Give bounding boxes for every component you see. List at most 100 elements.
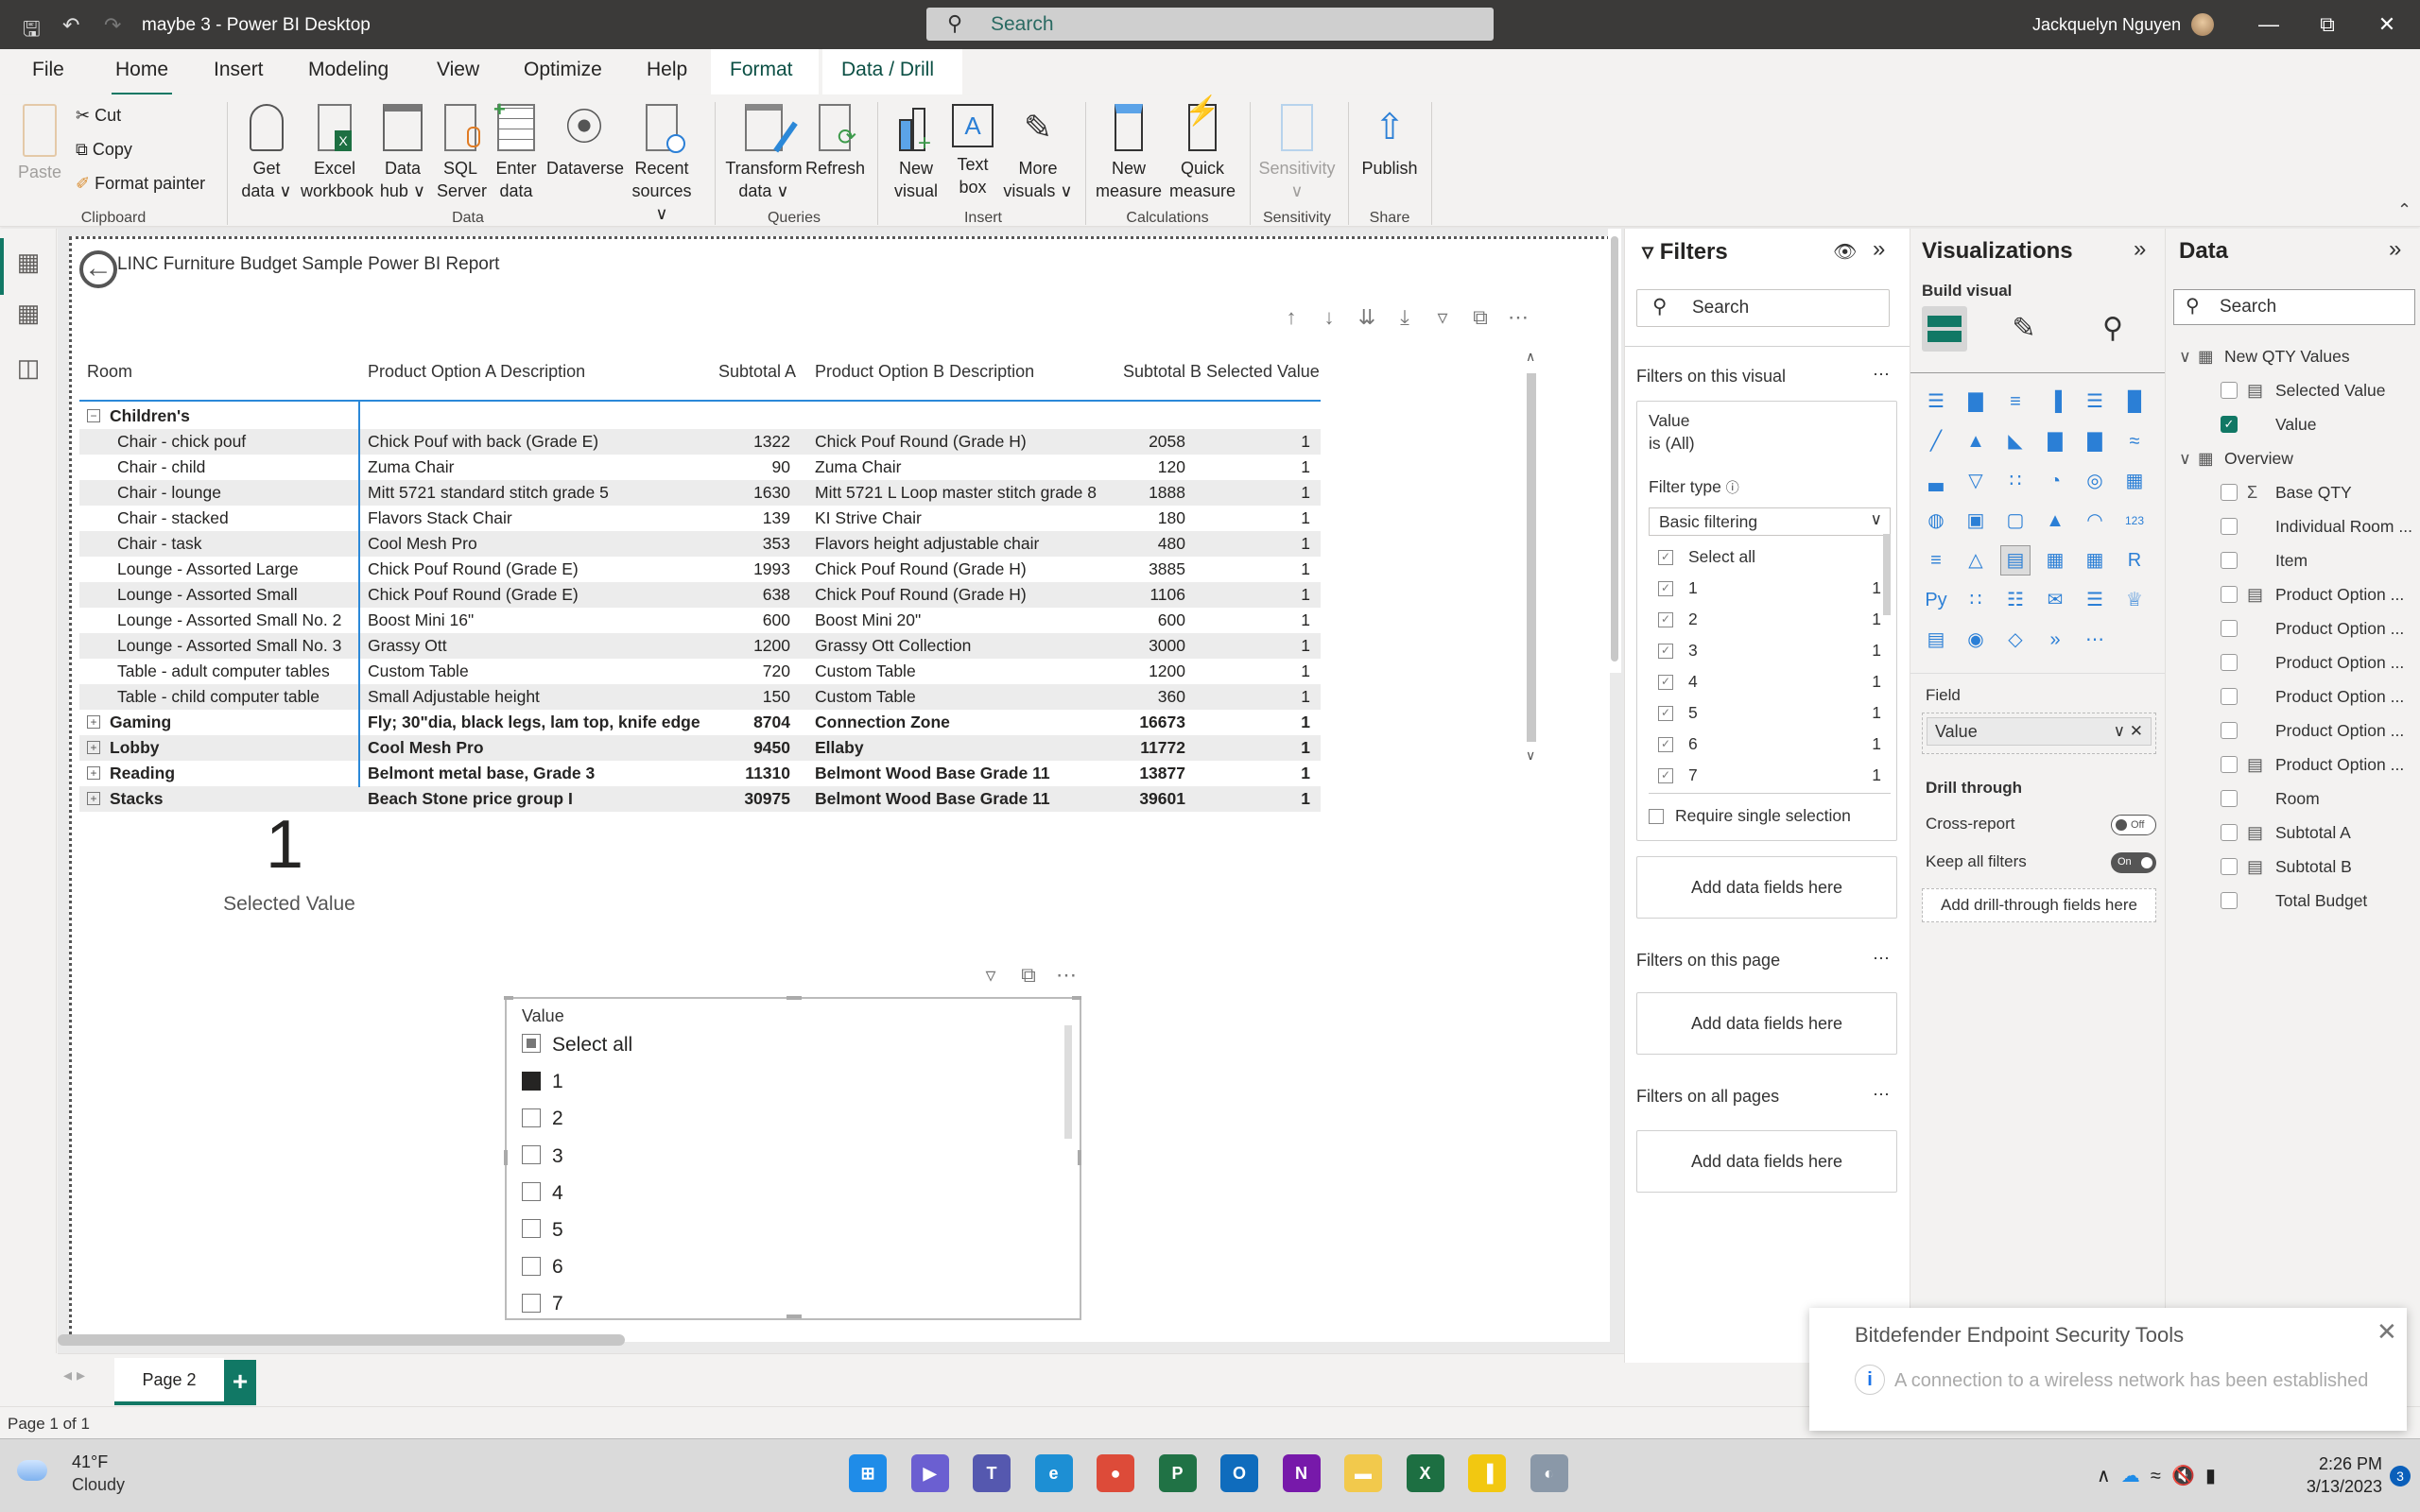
tab-file[interactable]: File: [28, 59, 68, 81]
map-icon[interactable]: ◍: [1922, 507, 1950, 535]
checkbox[interactable]: [2221, 688, 2238, 705]
field-pill-value[interactable]: Value ∨ ✕: [1927, 717, 2152, 746]
resize-handle[interactable]: [786, 996, 802, 1000]
global-search-input[interactable]: ⚲ Search: [926, 8, 1494, 41]
collapse-ribbon-icon[interactable]: ⌃: [2397, 200, 2411, 220]
checkbox[interactable]: [2221, 552, 2238, 569]
matrix-group-row[interactable]: + Reading Belmont metal base, Grade 3 11310…: [79, 761, 1321, 786]
python-visual-icon[interactable]: Py: [1922, 586, 1950, 614]
sql-server-button[interactable]: SQL Server: [437, 104, 487, 202]
paste-button[interactable]: Paste: [13, 104, 66, 183]
checkbox[interactable]: [522, 1108, 541, 1127]
chevron-down-icon[interactable]: ∨: [2179, 344, 2191, 369]
collapse-visualizations-icon[interactable]: »: [2134, 236, 2146, 263]
data-field[interactable]: Product Option ...: [2166, 616, 2420, 641]
more-options-icon[interactable]: ⋯: [1873, 365, 1890, 385]
data-field[interactable]: Product Option ...: [2166, 718, 2420, 743]
slicer-scrollbar[interactable]: [1064, 1025, 1072, 1139]
field-well[interactable]: Value ∨ ✕: [1922, 713, 2156, 754]
page-filter-dropzone[interactable]: Add data fields here: [1636, 992, 1897, 1055]
project-icon[interactable]: P: [1158, 1454, 1197, 1492]
resize-handle[interactable]: [786, 1314, 802, 1318]
focus-mode-icon[interactable]: ⧉: [1461, 305, 1499, 330]
data-field[interactable]: ▤ Subtotal B: [2166, 854, 2420, 879]
100-bar-icon[interactable]: ☰: [2081, 387, 2109, 416]
excel-icon[interactable]: X: [1406, 1454, 1444, 1492]
muted-speaker-icon[interactable]: 🔇: [2171, 1466, 2195, 1486]
tab-data-drill[interactable]: Data / Drill: [822, 49, 962, 94]
keep-all-filters-toggle[interactable]: On: [2111, 852, 2156, 873]
matrix-row[interactable]: Chair - chick pouf Chick Pouf with back (…: [79, 429, 1321, 455]
matrix-row[interactable]: Table - child computer table Small Adjust…: [79, 684, 1321, 710]
slicer-item[interactable]: Select all: [522, 1031, 632, 1059]
collapse-data-icon[interactable]: »: [2389, 236, 2401, 263]
matrix-row[interactable]: Lounge - Assorted Small No. 3 Grassy Ott 1…: [79, 633, 1321, 659]
metrics-icon[interactable]: ♕: [2120, 586, 2149, 614]
cloud-icon[interactable]: [17, 1460, 47, 1481]
model-view-icon[interactable]: ◫: [13, 353, 43, 384]
restore-button[interactable]: ⧉: [2308, 8, 2346, 42]
area-icon[interactable]: ▲: [1962, 427, 1990, 455]
filter-card-value[interactable]: Value is (All) Filter type ⓘ Basic filte…: [1636, 401, 1897, 841]
drill-down-icon[interactable]: ↓: [1310, 305, 1348, 330]
info-icon[interactable]: ⓘ: [1726, 480, 1739, 495]
cross-report-toggle[interactable]: Off: [2111, 815, 2156, 835]
decomposition-tree-icon[interactable]: ☷: [2001, 586, 2030, 614]
checkbox-checked-icon[interactable]: ✓: [1658, 768, 1673, 784]
checkbox-checked-icon[interactable]: ✓: [1658, 581, 1673, 597]
drill-up-icon[interactable]: ↑: [1272, 305, 1310, 330]
canvas-vertical-scrollbar[interactable]: [1608, 229, 1621, 673]
more-options-icon[interactable]: ⋯: [1499, 305, 1537, 330]
start-icon[interactable]: ⊞: [849, 1454, 887, 1492]
stacked-column-icon[interactable]: ▇: [1962, 387, 1990, 416]
collapse-icon[interactable]: −: [87, 409, 100, 422]
matrix-visual[interactable]: Room Product Option A Description Subtot…: [79, 343, 1545, 812]
clock-date[interactable]: 3/13/2023: [2269, 1477, 2382, 1497]
checkbox[interactable]: [522, 1071, 541, 1091]
matrix-row[interactable]: Chair - child Zuma Chair 90 Zuma Chair 120 1: [79, 455, 1321, 480]
checkbox[interactable]: [522, 1145, 541, 1165]
value-slicer[interactable]: Value Select all 1 2 3 4 5 6 7: [504, 996, 1081, 1320]
matrix-row[interactable]: Chair - stacked Flavors Stack Chair 139 KI …: [79, 506, 1321, 531]
expand-icon[interactable]: +: [87, 766, 100, 780]
data-field[interactable]: ▤ Selected Value: [2166, 378, 2420, 403]
data-table[interactable]: ∨ ▦ New QTY Values: [2166, 344, 2420, 369]
matrix-scrollbar[interactable]: ∧ ∨: [1524, 349, 1539, 770]
sensitivity-button[interactable]: Sensitivity ∨: [1257, 104, 1337, 202]
checkbox-checked-icon[interactable]: ✓: [1658, 706, 1673, 722]
excel-workbook-button[interactable]: X Excel workbook: [301, 104, 373, 202]
format-visual-tab[interactable]: ✎: [2001, 306, 2047, 352]
text-box-button[interactable]: A Text box: [949, 104, 996, 198]
data-field[interactable]: ▤ Subtotal A: [2166, 820, 2420, 845]
filters-search-input[interactable]: ⚲ Search: [1636, 289, 1890, 327]
treemap-icon[interactable]: ▦: [2120, 467, 2149, 495]
smart-narrative-icon[interactable]: ☰: [2081, 586, 2109, 614]
add-page-button[interactable]: +: [224, 1360, 256, 1405]
waterfall-icon[interactable]: ▃: [1922, 467, 1950, 495]
eye-icon[interactable]: 👁: [1833, 240, 1857, 264]
pie-icon[interactable]: ◔: [2041, 467, 2069, 495]
stacked-bar-icon[interactable]: ☰: [1922, 387, 1950, 416]
checkbox-checked-icon[interactable]: ✓: [1658, 644, 1673, 660]
card-icon[interactable]: 123: [2120, 507, 2149, 535]
new-measure-button[interactable]: New measure: [1095, 104, 1163, 202]
expand-icon[interactable]: +: [87, 792, 100, 805]
slicer-item[interactable]: 6: [522, 1253, 563, 1281]
column-header[interactable]: Subtotal B: [1123, 362, 1201, 382]
r-visual-icon[interactable]: R: [2120, 546, 2149, 575]
chevron-down-icon[interactable]: ∨: [2179, 446, 2191, 471]
cut-button[interactable]: ✂ Cut: [76, 106, 121, 126]
save-icon[interactable]: 🖫: [23, 13, 41, 49]
chrome-icon[interactable]: ●: [1097, 1454, 1134, 1492]
checkbox-checked-icon[interactable]: ✓: [1658, 737, 1673, 753]
edge-icon[interactable]: e: [1034, 1454, 1073, 1492]
recent-sources-button[interactable]: Recent sources ∨: [628, 104, 696, 225]
checkbox[interactable]: [2221, 790, 2238, 807]
data-field[interactable]: Total Budget: [2166, 888, 2420, 913]
checkbox[interactable]: [522, 1034, 541, 1054]
100-column-icon[interactable]: █: [2120, 387, 2149, 416]
data-table[interactable]: ∨ ▦ Overview: [2166, 446, 2420, 471]
page-nav-arrows[interactable]: ◂ ▸: [63, 1366, 85, 1385]
filter-value-item[interactable]: ✓ 3 1: [1658, 639, 1881, 662]
battery-icon[interactable]: ▮: [2205, 1466, 2216, 1486]
